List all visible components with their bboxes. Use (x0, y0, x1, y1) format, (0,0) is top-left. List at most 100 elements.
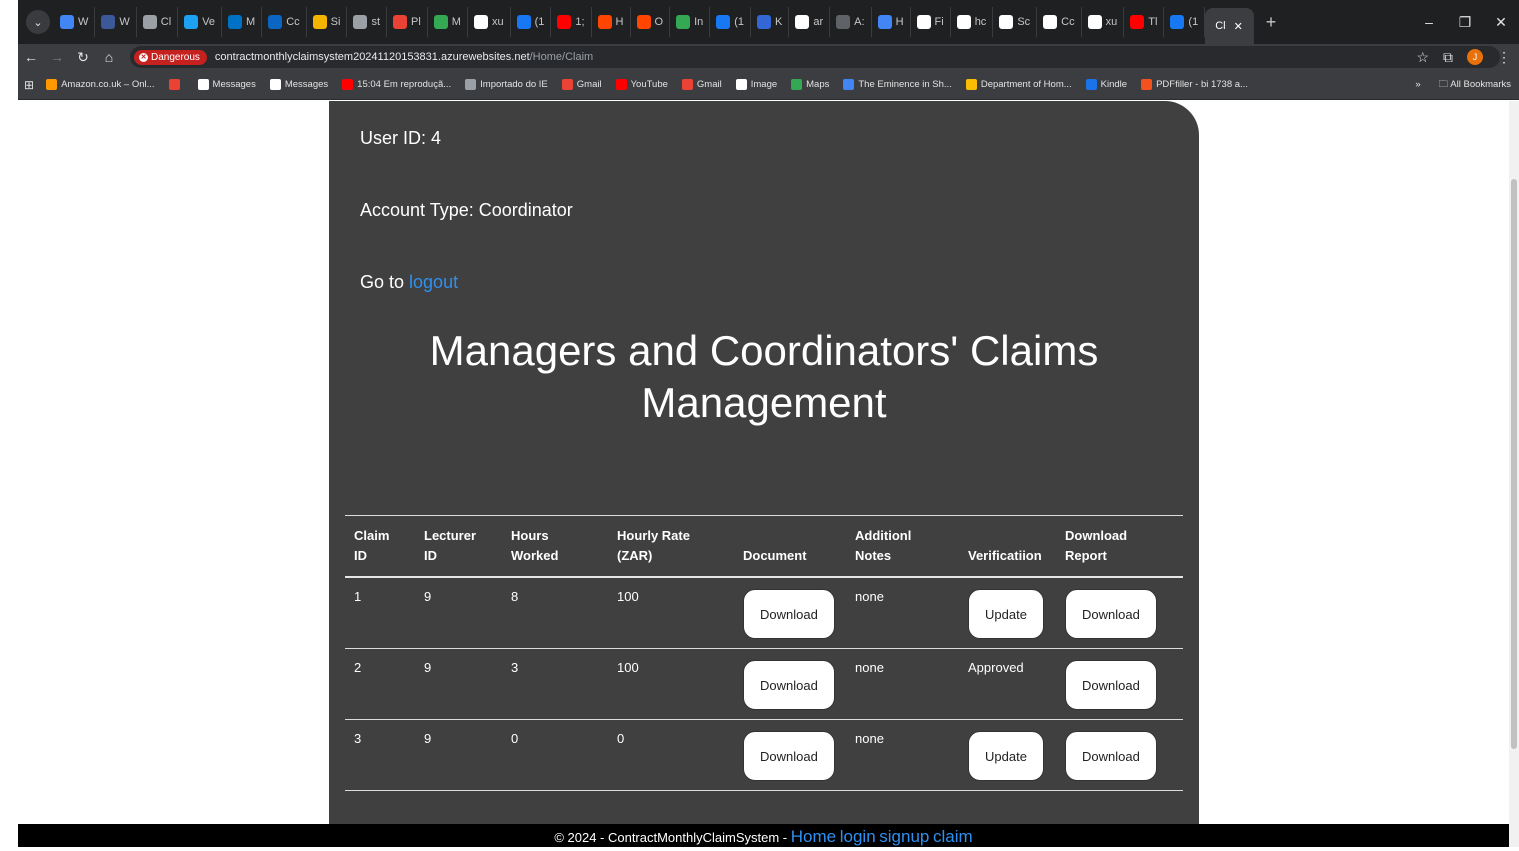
browser-tab[interactable]: W (95, 7, 137, 37)
tab-favicon-icon (353, 15, 368, 29)
bookmark-item[interactable]: Messages (269, 79, 329, 90)
all-bookmarks-folder[interactable]: 🗀 All Bookmarks (1439, 77, 1511, 93)
browser-tab[interactable]: M (222, 7, 263, 37)
bookmark-item[interactable]: Image (735, 79, 777, 90)
back-icon[interactable]: ← (18, 49, 44, 65)
bookmark-item[interactable]: YouTube (615, 79, 668, 90)
browser-tab[interactable]: In (670, 7, 711, 37)
extensions-icon[interactable]: ⧉ (1443, 49, 1453, 66)
col-download-report: Download Report (1056, 515, 1183, 578)
tab-search-icon[interactable]: ⌄ (26, 10, 50, 34)
bookmark-label: Kindle (1100, 79, 1128, 90)
claims-table-body: 1 9 8 100 Download none Update Download 2 9 3 100 Do… (345, 577, 1183, 791)
tab-label: M (451, 16, 461, 28)
bookmark-item[interactable]: Gmail (681, 79, 722, 90)
bookmark-item[interactable]: PDFfiller - bi 1738 a... (1141, 79, 1248, 90)
forward-icon[interactable]: → (44, 49, 70, 65)
browser-tab[interactable]: hc (951, 7, 994, 37)
browser-tab[interactable]: K (751, 7, 790, 37)
all-bookmarks-label: All Bookmarks (1450, 78, 1511, 90)
browser-tab[interactable]: xu (1082, 7, 1125, 37)
security-warning-badge[interactable]: ✕ Dangerous (134, 49, 207, 65)
download-document-button-cell: Download (734, 577, 846, 649)
browser-tab[interactable]: 1; (551, 7, 592, 37)
hours-cell: 0 (502, 719, 608, 791)
footer-link-signup[interactable]: signup (879, 827, 929, 846)
update-verification-button[interactable]: Update (968, 589, 1044, 639)
browser-tab[interactable]: Pl (387, 7, 428, 37)
warning-icon: ✕ (139, 52, 148, 62)
bookmark-item[interactable]: Maps (791, 79, 829, 90)
minimize-icon[interactable]: – (1411, 14, 1447, 30)
bookmark-item[interactable]: Importado do IE (465, 79, 548, 90)
bookmark-label: Gmail (576, 79, 602, 90)
browser-tab[interactable]: st (347, 7, 387, 37)
bookmark-item[interactable]: Department of Hom... (965, 79, 1072, 90)
browser-tab[interactable]: Ve (178, 7, 223, 37)
close-tab-icon[interactable]: ✕ (1234, 20, 1243, 33)
browser-tab[interactable]: H (592, 7, 631, 37)
browser-tab[interactable]: xu (468, 7, 511, 37)
browser-tab[interactable]: A: (830, 7, 872, 37)
address-bar[interactable]: ✕ Dangerous contractmonthlyclaimsystem20… (130, 46, 1500, 68)
close-window-icon[interactable]: ✕ (1483, 14, 1519, 31)
reload-icon[interactable]: ↻ (70, 49, 96, 66)
bookmark-label: Department of Hom... (980, 79, 1072, 90)
page-scrollbar[interactable] (1509, 101, 1519, 847)
browser-tab[interactable]: Sc (993, 7, 1038, 37)
footer-link-claim[interactable]: claim (933, 827, 973, 846)
footer-link-home[interactable]: Home (791, 827, 836, 846)
browser-tab[interactable]: (1 (511, 7, 552, 37)
browser-tab[interactable]: Fi (911, 7, 951, 37)
download-document-button[interactable]: Download (743, 660, 835, 710)
profile-avatar[interactable]: J (1467, 49, 1483, 65)
browser-tab[interactable]: W (54, 7, 96, 37)
footer-link-login[interactable]: login (840, 827, 876, 846)
bookmark-item[interactable]: 15:04 Em reproduçã... (342, 79, 451, 90)
col-document: Document (734, 515, 846, 578)
menu-icon[interactable]: ⋮ (1497, 49, 1511, 66)
browser-tab[interactable]: Cl (137, 7, 179, 37)
active-tab[interactable]: Cl ✕ (1205, 8, 1254, 44)
bookmarks-overflow[interactable]: » (1415, 79, 1420, 90)
browser-tab[interactable]: Cc (1037, 7, 1082, 37)
tab-label: Tl (1148, 16, 1158, 28)
bookmark-item[interactable]: Messages (197, 79, 256, 90)
bookmark-item[interactable] (168, 79, 184, 90)
bookmark-item[interactable]: Amazon.co.uk – Onl... (46, 79, 155, 90)
update-verification-button[interactable]: Update (968, 731, 1044, 781)
tab-favicon-icon (101, 15, 116, 29)
download-report-button[interactable]: Download (1065, 589, 1157, 639)
browser-tab[interactable]: O (631, 7, 671, 37)
download-report-button[interactable]: Download (1065, 660, 1157, 710)
browser-tab[interactable]: M (428, 7, 468, 37)
tab-label: K (775, 16, 783, 28)
logout-link[interactable]: logout (409, 272, 458, 292)
bookmark-item[interactable]: Gmail (561, 79, 602, 90)
bookmark-item[interactable]: Kindle (1085, 79, 1128, 90)
bookmark-item[interactable]: The Eminence in Sh... (843, 79, 952, 90)
download-document-button[interactable]: Download (743, 731, 835, 781)
home-icon[interactable]: ⌂ (96, 49, 122, 65)
browser-tab[interactable]: (1 (1164, 7, 1206, 37)
col-verification: Verificatiion (959, 515, 1056, 578)
url-host: contractmonthlyclaimsystem20241120153831… (214, 51, 530, 63)
tab-label: (1 (734, 16, 745, 28)
bookmark-label: Messages (284, 79, 329, 90)
tab-label: (1 (534, 16, 545, 28)
claim-id-cell: 2 (345, 648, 415, 720)
browser-tab[interactable]: H (872, 7, 911, 37)
download-document-button[interactable]: Download (743, 589, 835, 639)
apps-grid-icon[interactable]: ⊞ (24, 78, 34, 92)
browser-tab[interactable]: (1 (710, 7, 752, 37)
restore-icon[interactable]: ❐ (1447, 14, 1483, 31)
browser-tab[interactable]: Cc (262, 7, 307, 37)
browser-tab[interactable]: Tl (1124, 7, 1165, 37)
scrollbar-thumb[interactable] (1511, 179, 1517, 749)
download-report-button[interactable]: Download (1065, 731, 1157, 781)
browser-tab[interactable]: Si (307, 7, 348, 37)
bookmark-star-icon[interactable]: ☆ (1416, 49, 1429, 66)
claims-table: Claim ID Lecturer ID Hours Worked Hourly Ra… (345, 515, 1183, 791)
browser-tab[interactable]: ar (789, 7, 831, 37)
new-tab-icon[interactable]: + (1266, 12, 1277, 33)
